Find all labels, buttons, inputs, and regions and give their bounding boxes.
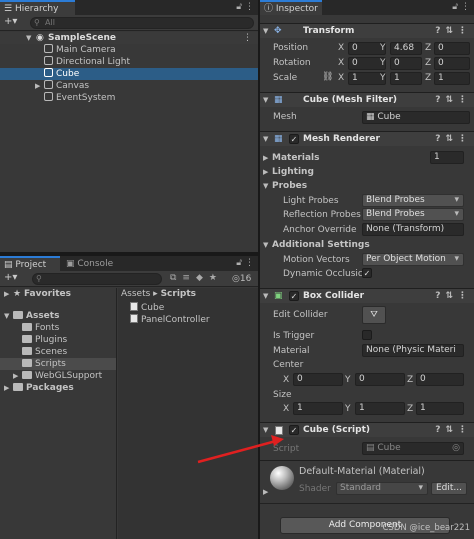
red-annotation-arrow: [197, 435, 284, 464]
arrow-shaft: [197, 439, 277, 464]
arrow-head: [271, 435, 284, 446]
